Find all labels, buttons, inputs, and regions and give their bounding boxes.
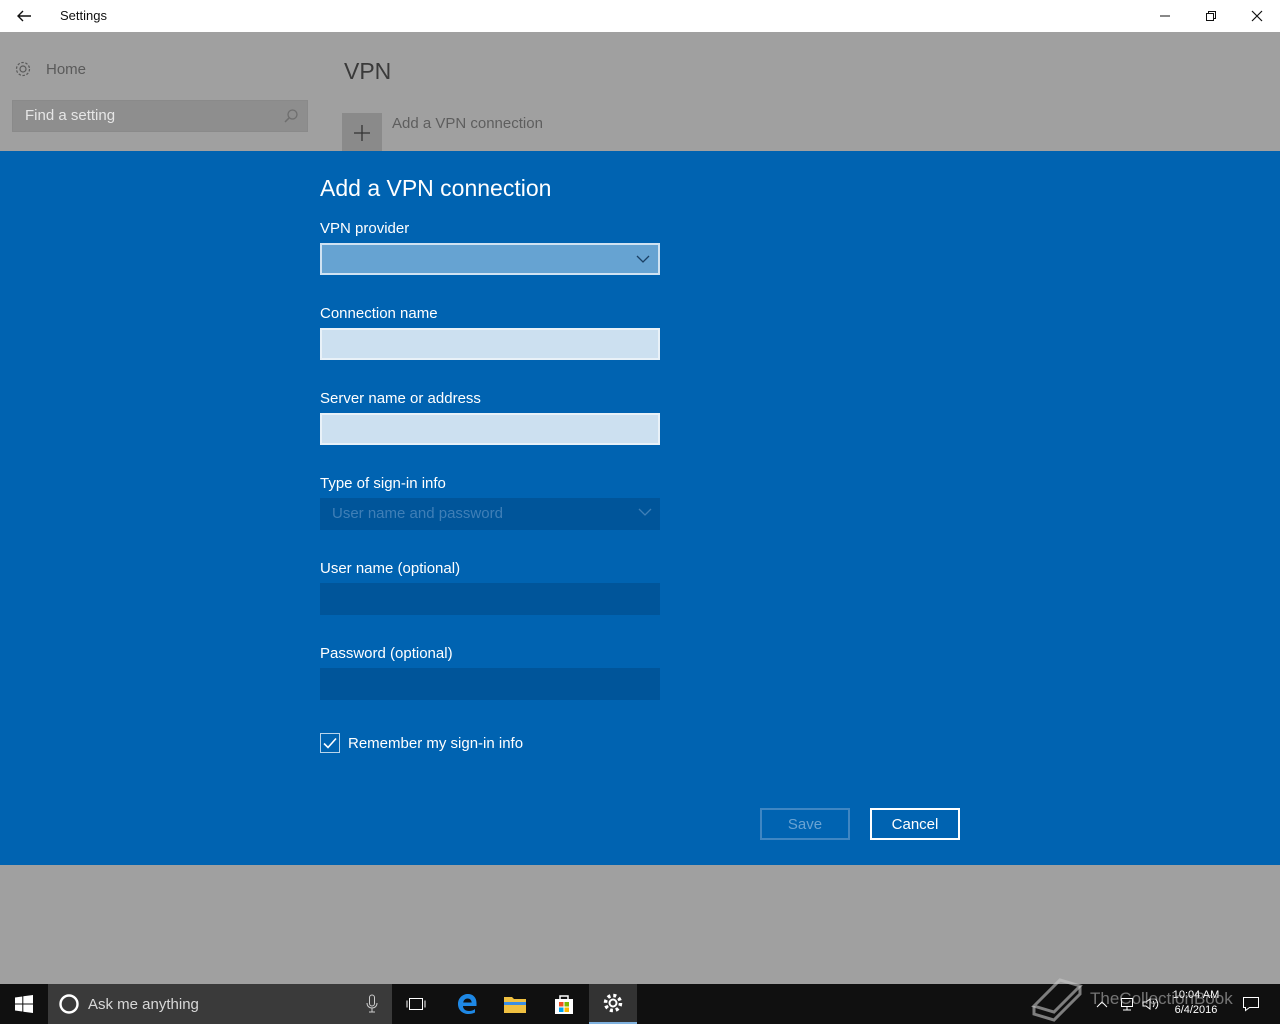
username-label: User name (optional) xyxy=(320,560,461,577)
vpn-provider-label: VPN provider xyxy=(320,220,410,237)
connection-name-label: Connection name xyxy=(320,305,438,322)
windows-logo-icon xyxy=(15,995,33,1013)
window-title: Settings xyxy=(60,8,107,23)
action-center-button[interactable] xyxy=(1238,984,1264,1024)
signin-type-value: User name and password xyxy=(332,505,503,522)
minimize-icon xyxy=(1160,15,1170,17)
cortana-search-box[interactable]: Ask me anything xyxy=(48,984,392,1024)
signin-type-label: Type of sign-in info xyxy=(320,475,446,492)
watermark: TheCollectionBook xyxy=(1030,976,1233,1022)
signin-type-select[interactable]: User name and password xyxy=(320,498,660,530)
find-setting-input[interactable]: Find a setting xyxy=(12,100,308,132)
remember-signin-row[interactable]: Remember my sign-in info xyxy=(320,733,523,753)
folder-icon xyxy=(504,997,526,1013)
book-logo-icon xyxy=(1031,978,1083,1022)
gear-icon xyxy=(15,61,31,77)
password-input[interactable] xyxy=(320,668,660,700)
minimize-button[interactable] xyxy=(1142,0,1188,32)
page-title: VPN xyxy=(344,58,392,84)
home-label: Home xyxy=(46,60,87,78)
edge-taskbar-button[interactable] xyxy=(443,984,491,1024)
server-address-label: Server name or address xyxy=(320,390,481,407)
cancel-button[interactable]: Cancel xyxy=(870,808,960,840)
checkmark-icon xyxy=(323,737,337,749)
home-nav-item[interactable]: Home xyxy=(14,60,86,78)
close-button[interactable] xyxy=(1234,0,1280,32)
watermark-text: TheCollectionBook xyxy=(1090,989,1233,1008)
server-address-input[interactable] xyxy=(320,413,660,445)
title-bar: Settings xyxy=(0,0,1280,32)
edge-browser-icon xyxy=(458,994,477,1014)
cortana-placeholder: Ask me anything xyxy=(88,995,199,1013)
notification-icon xyxy=(1243,997,1259,1012)
add-vpn-label[interactable]: Add a VPN connection xyxy=(392,115,543,132)
save-button[interactable]: Save xyxy=(760,808,850,840)
restore-button[interactable] xyxy=(1188,0,1234,32)
back-button[interactable] xyxy=(0,0,48,32)
start-button[interactable] xyxy=(0,984,48,1024)
settings-gear-icon xyxy=(603,993,623,1013)
remember-signin-label: Remember my sign-in info xyxy=(348,734,524,752)
vpn-provider-select[interactable] xyxy=(320,243,660,275)
restore-icon xyxy=(1206,11,1216,21)
add-vpn-button[interactable] xyxy=(342,113,382,153)
cortana-circle-icon xyxy=(59,994,79,1014)
file-explorer-taskbar-button[interactable] xyxy=(491,984,539,1024)
chevron-down-icon xyxy=(638,508,652,516)
chevron-down-icon xyxy=(636,255,650,263)
settings-taskbar-button[interactable] xyxy=(589,984,637,1024)
close-icon xyxy=(1251,10,1263,22)
store-taskbar-button[interactable] xyxy=(540,984,588,1024)
store-bag-icon xyxy=(555,995,573,1014)
plus-icon xyxy=(354,125,370,141)
add-vpn-dialog: Add a VPN connection VPN provider Connec… xyxy=(0,151,1280,865)
find-setting-placeholder: Find a setting xyxy=(25,107,116,124)
task-view-button[interactable] xyxy=(392,984,440,1024)
connection-name-input[interactable] xyxy=(320,328,660,360)
search-icon xyxy=(284,109,298,123)
task-view-icon xyxy=(406,998,426,1010)
back-arrow-icon xyxy=(17,10,31,22)
dialog-title: Add a VPN connection xyxy=(320,175,552,201)
remember-signin-checkbox[interactable] xyxy=(320,733,340,753)
microphone-icon[interactable] xyxy=(366,994,378,1014)
username-input[interactable] xyxy=(320,583,660,615)
password-label: Password (optional) xyxy=(320,645,453,662)
